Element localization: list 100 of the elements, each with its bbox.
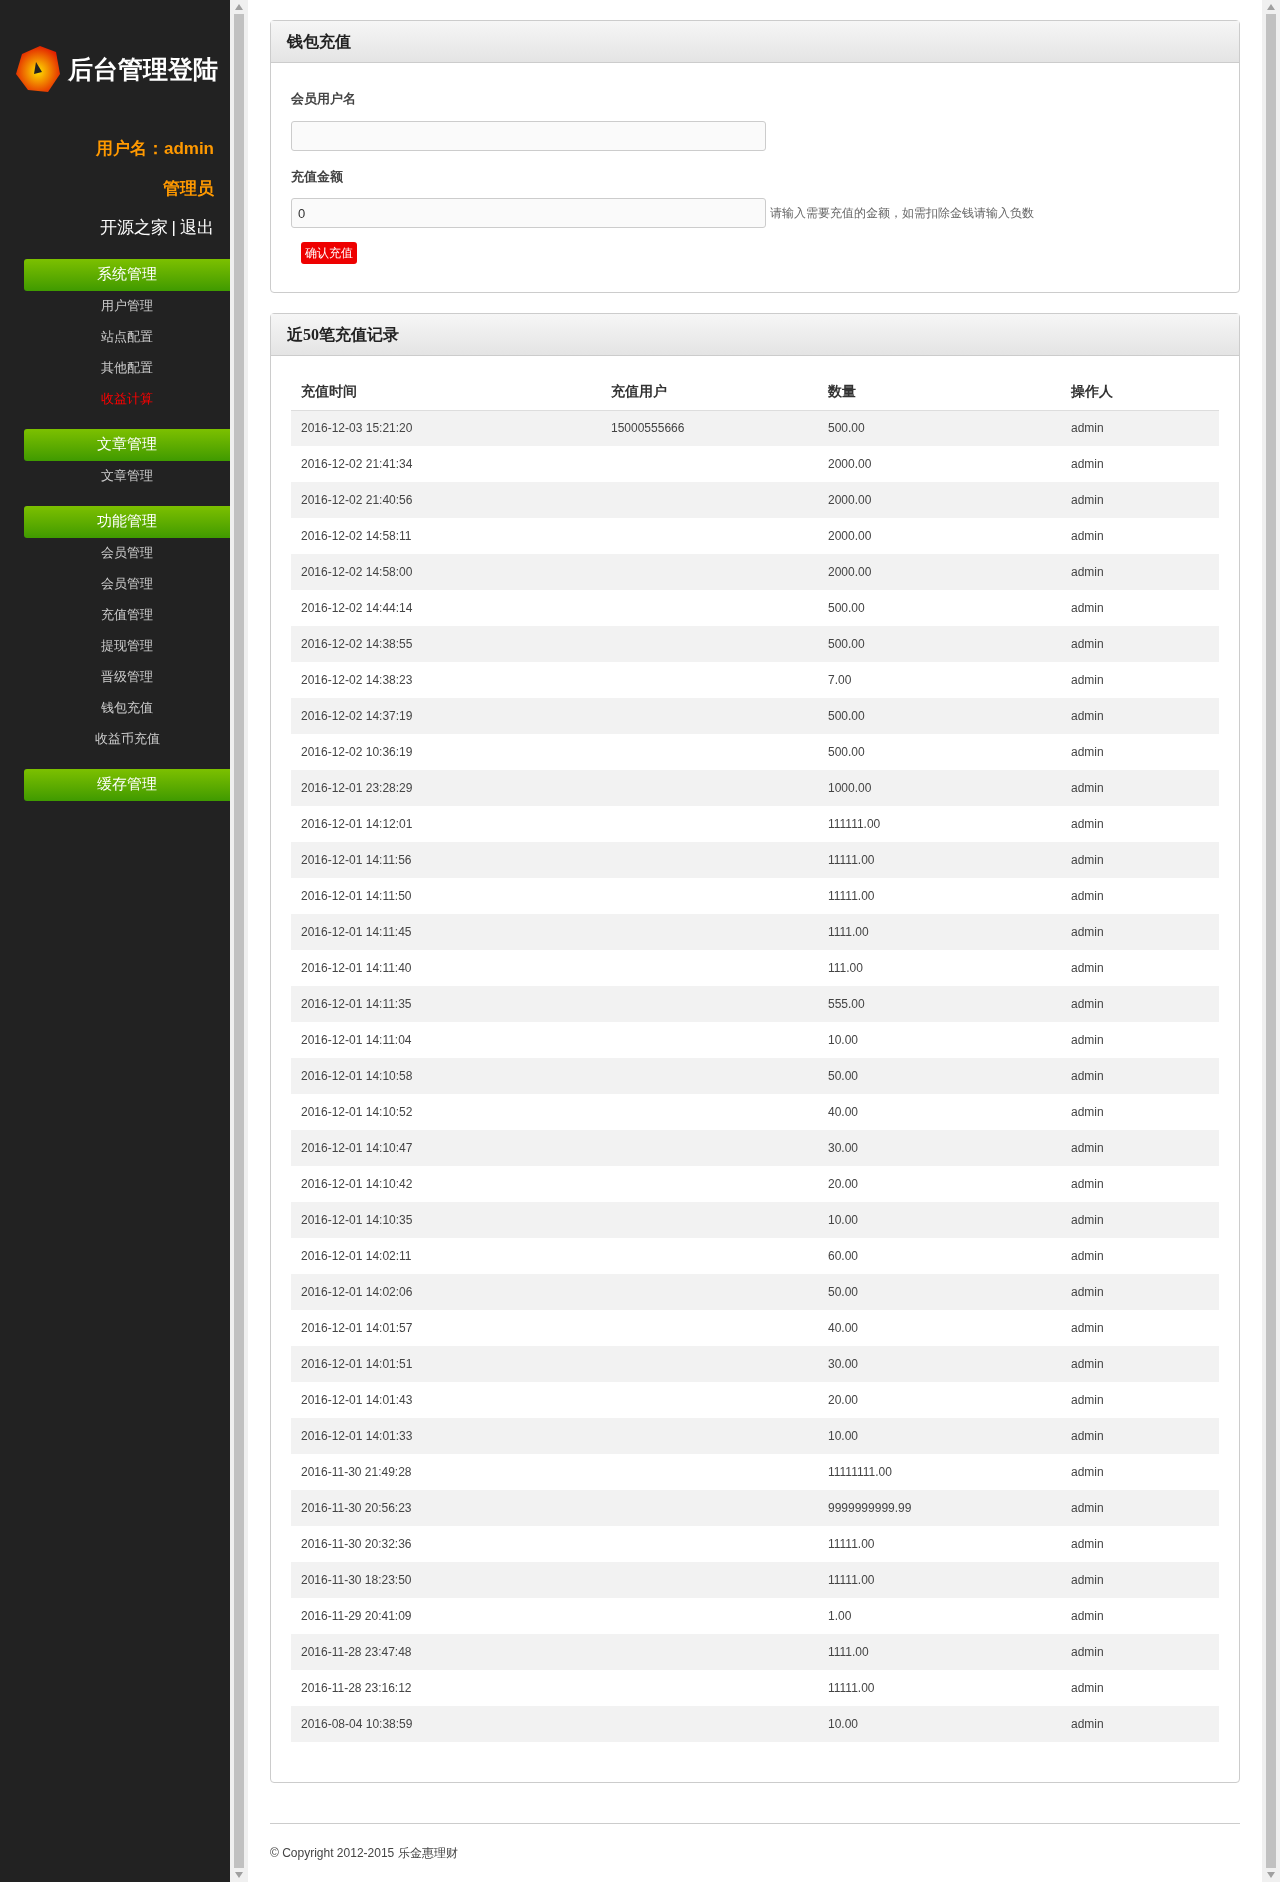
table-cell: admin: [1061, 914, 1219, 950]
table-cell: 2016-12-03 15:21:20: [291, 410, 601, 446]
table-cell: 2016-12-01 14:10:35: [291, 1202, 601, 1238]
table-cell: admin: [1061, 1130, 1219, 1166]
table-cell: 2016-12-02 14:58:00: [291, 554, 601, 590]
table-cell: 50.00: [818, 1058, 1061, 1094]
table-cell: 2016-12-01 23:28:29: [291, 770, 601, 806]
nav-item[interactable]: 收益计算: [24, 383, 230, 415]
table-cell: 2016-12-01 14:01:43: [291, 1382, 601, 1418]
table-cell: 60.00: [818, 1238, 1061, 1274]
table-cell: 1.00: [818, 1598, 1061, 1634]
table-cell: 10.00: [818, 1706, 1061, 1742]
nav-item[interactable]: 会员管理: [24, 568, 230, 600]
table-cell: 2016-12-02 14:37:19: [291, 698, 601, 734]
table-cell: 20.00: [818, 1166, 1061, 1202]
table-cell: 2016-12-01 14:10:42: [291, 1166, 601, 1202]
scrollbar[interactable]: [1262, 0, 1280, 1882]
table-cell: 1111.00: [818, 1634, 1061, 1670]
nav-item[interactable]: 其他配置: [24, 352, 230, 384]
table-cell: admin: [1061, 842, 1219, 878]
table-cell: 2016-12-01 14:01:33: [291, 1418, 601, 1454]
table-cell: 30.00: [818, 1346, 1061, 1382]
table-cell: admin: [1061, 1634, 1219, 1670]
username-label: 用户名：admin: [95, 138, 215, 160]
table-cell: 10.00: [818, 1202, 1061, 1238]
table-cell: admin: [1061, 554, 1219, 590]
table-cell: admin: [1061, 1094, 1219, 1130]
table-cell: admin: [1061, 1598, 1219, 1634]
table-cell: 2016-12-02 14:44:14: [291, 590, 601, 626]
table-cell: 2016-12-01 14:10:58: [291, 1058, 601, 1094]
card-title: 近50笔充值记录: [287, 324, 399, 345]
table-cell: 2016-12-02 21:40:56: [291, 482, 601, 518]
up-arrow-icon[interactable]: [1267, 4, 1275, 10]
table-cell: 2016-12-01 14:01:57: [291, 1310, 601, 1346]
table-cell: admin: [1061, 1454, 1219, 1490]
nav-item[interactable]: 站点配置: [24, 321, 230, 353]
nav-item[interactable]: 钱包充值: [24, 692, 230, 724]
role-label: 管理员: [163, 177, 215, 200]
amount-hint: 请输入需要充值的金额，如需扣除金钱请输入负数: [770, 205, 1034, 222]
table-cell: 1000.00: [818, 770, 1061, 806]
table-cell: 11111.00: [818, 842, 1061, 878]
table-cell: 40.00: [818, 1094, 1061, 1130]
table-cell: admin: [1061, 1418, 1219, 1454]
card-title: 钱包充值: [287, 31, 351, 52]
table-cell: 2016-12-02 14:38:23: [291, 662, 601, 698]
table-cell: admin: [1061, 1022, 1219, 1058]
username-field[interactable]: [291, 120, 766, 151]
table-cell: 2016-12-01 14:11:45: [291, 914, 601, 950]
table-cell: 2016-12-01 14:11:50: [291, 878, 601, 914]
table-cell: 2016-11-28 23:47:48: [291, 1634, 601, 1670]
table-cell: 2000.00: [818, 554, 1061, 590]
nav-item[interactable]: 晋级管理: [24, 661, 230, 693]
logout-link[interactable]: 退出: [180, 215, 214, 241]
up-arrow-icon[interactable]: [235, 4, 243, 10]
table-cell: 500.00: [818, 698, 1061, 734]
nav-item[interactable]: 收益币充值: [24, 723, 230, 755]
table-cell: 2000.00: [818, 518, 1061, 554]
nav-item[interactable]: 用户管理: [24, 290, 230, 322]
table-cell: admin: [1061, 626, 1219, 662]
table-cell: admin: [1061, 1166, 1219, 1202]
table-cell: 2016-11-30 18:23:50: [291, 1562, 601, 1598]
down-arrow-icon[interactable]: [1267, 1872, 1275, 1878]
table-cell: 2016-11-30 20:56:23: [291, 1490, 601, 1526]
table-cell: 2016-12-01 14:01:51: [291, 1346, 601, 1382]
table-cell: 11111.00: [818, 1562, 1061, 1598]
table-cell: admin: [1061, 1670, 1219, 1706]
table-cell: 11111.00: [818, 1670, 1061, 1706]
table-cell: admin: [1061, 1562, 1219, 1598]
table-cell: admin: [1061, 734, 1219, 770]
table-cell: 2016-12-01 14:11:56: [291, 842, 601, 878]
table-cell: admin: [1061, 1238, 1219, 1274]
table-cell: 10.00: [818, 1418, 1061, 1454]
table-cell: 2016-11-30 20:32:36: [291, 1526, 601, 1562]
amount-field[interactable]: 0: [291, 198, 766, 228]
copyright: © Copyright 2012-2015 乐金惠理财: [270, 1846, 458, 1860]
table-cell: 2016-12-02 10:36:19: [291, 734, 601, 770]
table-cell: 2016-12-01 14:11:35: [291, 986, 601, 1022]
down-arrow-icon[interactable]: [235, 1872, 243, 1878]
table-cell: 111111.00: [818, 806, 1061, 842]
table-cell: admin: [1061, 1202, 1219, 1238]
table-cell: admin: [1061, 1058, 1219, 1094]
nav-item[interactable]: 文章管理: [24, 460, 230, 492]
table-cell: admin: [1061, 1526, 1219, 1562]
nav-item[interactable]: 提现管理: [24, 630, 230, 662]
table-cell: 2016-12-01 14:10:52: [291, 1094, 601, 1130]
table-cell: 20.00: [818, 1382, 1061, 1418]
scrollbar[interactable]: [230, 0, 248, 1882]
nav-item[interactable]: 会员管理: [24, 537, 230, 569]
table-cell: 2016-11-28 23:16:12: [291, 1670, 601, 1706]
table-cell: 9999999999.99: [818, 1490, 1061, 1526]
table-cell: admin: [1061, 878, 1219, 914]
table-cell: 2016-12-01 14:02:11: [291, 1238, 601, 1274]
column-header: 操作人: [1061, 374, 1219, 410]
submit-button[interactable]: 确认充值: [301, 242, 357, 264]
table-cell: 40.00: [818, 1310, 1061, 1346]
table-cell: 2000.00: [818, 446, 1061, 482]
nav-item[interactable]: 充值管理: [24, 599, 230, 631]
home-link[interactable]: 开源之家: [99, 215, 168, 241]
table-cell: admin: [1061, 1490, 1219, 1526]
link-separator: |: [171, 217, 176, 239]
